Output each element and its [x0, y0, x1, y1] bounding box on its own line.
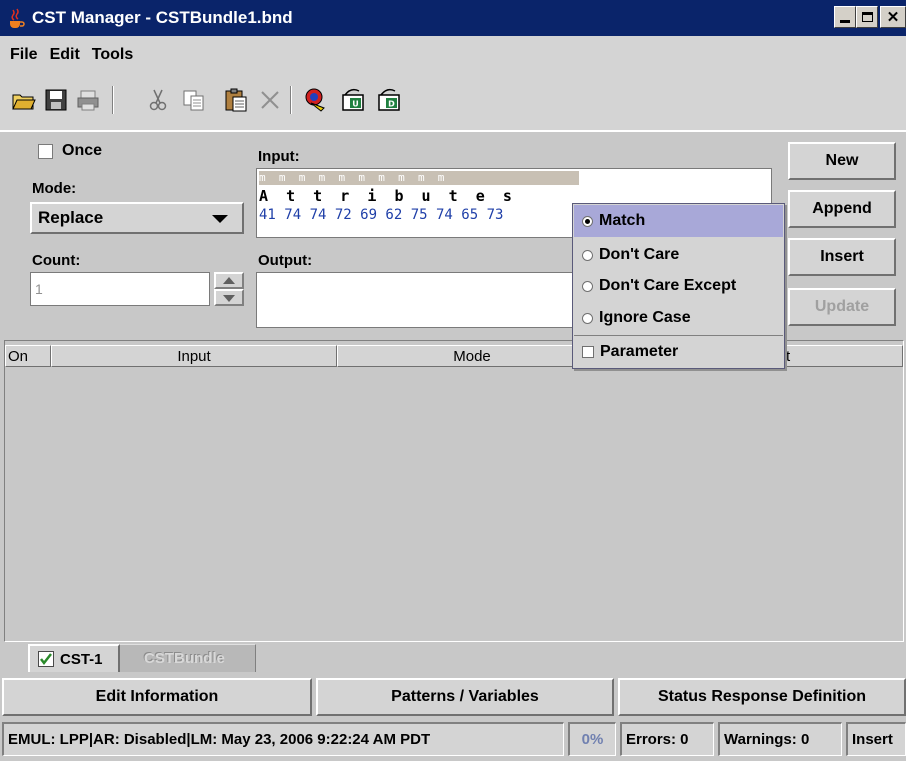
tab-cst-1[interactable]: CST-1 — [28, 644, 120, 672]
status-info: EMUL: LPP|AR: Disabled|LM: May 23, 2006 … — [2, 722, 564, 756]
close-icon: ✕ — [886, 9, 900, 26]
tab-cstbundle-label: CSTBundle — [144, 650, 225, 667]
status-edit-mode: Insert — [846, 722, 906, 756]
toolbar: U D — [0, 74, 906, 130]
edit-information-button[interactable]: Edit Information — [2, 678, 312, 716]
popup-item-ignore-case[interactable]: Ignore Case — [574, 302, 783, 334]
stepper-up-button[interactable] — [214, 272, 244, 289]
open-button[interactable] — [8, 84, 40, 116]
minimize-button[interactable] — [834, 6, 856, 28]
cut-button[interactable] — [142, 84, 174, 116]
column-header-on[interactable]: On — [5, 345, 51, 367]
tool-a-icon — [305, 88, 325, 112]
menu-file[interactable]: File — [10, 46, 38, 64]
print-button[interactable] — [72, 84, 104, 116]
mode-dropdown[interactable]: Replace — [30, 202, 244, 234]
dropdown-arrow-icon — [212, 215, 228, 223]
copy-button[interactable] — [178, 84, 210, 116]
toolbar-separator — [112, 86, 114, 114]
maximize-icon — [861, 12, 873, 22]
minimize-icon — [840, 19, 850, 23]
radio-selected-icon — [582, 215, 593, 227]
input-marker-row: m m m m m m m m m m — [259, 171, 579, 185]
stepper-up-icon — [223, 277, 235, 284]
popup-item-parameter-label: Parameter — [600, 343, 679, 360]
output-label: Output: — [258, 252, 313, 269]
paste-icon — [225, 88, 247, 112]
tool-c-button[interactable]: D — [374, 84, 406, 116]
menu-bar: File Edit Tools — [0, 36, 906, 74]
radio-icon — [582, 249, 593, 261]
maximize-button[interactable] — [856, 6, 878, 28]
copy-icon — [183, 90, 204, 111]
popup-item-match-label: Match — [599, 212, 646, 229]
update-button[interactable]: Update — [788, 288, 896, 326]
tab-cst-1-label: CST-1 — [60, 650, 103, 668]
checkmark-icon — [38, 651, 54, 667]
stepper-down-button[interactable] — [214, 289, 244, 306]
delete-icon — [261, 91, 279, 109]
radio-icon — [582, 280, 593, 292]
save-button[interactable] — [40, 84, 72, 116]
stepper-down-icon — [223, 295, 235, 302]
input-label: Input: — [258, 148, 300, 165]
popup-item-ignore-case-label: Ignore Case — [599, 309, 691, 326]
tool-a-button[interactable] — [300, 84, 332, 116]
tool-b-button[interactable]: U — [338, 84, 370, 116]
match-mode-popup-menu: Match Don't Care Don't Care Except Ignor… — [572, 203, 785, 369]
input-hex-row: 41 74 74 72 69 62 75 74 65 73 — [259, 207, 504, 223]
menu-tools[interactable]: Tools — [92, 46, 133, 64]
toolbar-separator — [290, 86, 292, 114]
count-input[interactable]: 1 — [30, 272, 210, 306]
print-icon — [77, 90, 99, 111]
mode-label: Mode: — [32, 180, 77, 197]
delete-button[interactable] — [254, 84, 286, 116]
input-char-row: A t t r i b u t e s — [259, 187, 512, 205]
progress-percent: 0% — [568, 722, 616, 756]
svg-text:U: U — [352, 100, 359, 109]
close-button[interactable]: ✕ — [880, 6, 906, 28]
paste-button[interactable] — [220, 84, 252, 116]
java-cup-icon — [10, 8, 25, 28]
column-header-input[interactable]: Input — [51, 345, 337, 367]
tool-b-icon: U — [342, 88, 364, 111]
radio-icon — [582, 312, 593, 324]
popup-item-dont-care-except[interactable]: Don't Care Except — [574, 270, 783, 302]
tab-cstbundle[interactable]: CSTBundle — [120, 644, 256, 672]
popup-item-dont-care-label: Don't Care — [599, 246, 680, 263]
window-title: CST Manager - CSTBundle1.bnd — [32, 8, 293, 27]
tool-c-icon: D — [378, 88, 400, 111]
once-checkbox[interactable] — [38, 144, 53, 159]
count-stepper[interactable] — [214, 272, 244, 306]
svg-text:D: D — [388, 100, 395, 109]
append-button[interactable]: Append — [788, 190, 896, 228]
once-label: Once — [62, 142, 103, 159]
menu-edit[interactable]: Edit — [50, 46, 80, 64]
popup-item-parameter[interactable]: Parameter — [574, 336, 783, 368]
status-response-definition-button[interactable]: Status Response Definition — [618, 678, 906, 716]
checkbox-icon — [582, 346, 594, 358]
status-warnings: Warnings: 0 — [718, 722, 842, 756]
patterns-variables-button[interactable]: Patterns / Variables — [316, 678, 614, 716]
popup-item-dont-care-except-label: Don't Care Except — [599, 277, 737, 294]
save-icon — [45, 89, 67, 111]
mode-value: Replace — [38, 208, 104, 227]
insert-button[interactable]: Insert — [788, 238, 896, 276]
new-button[interactable]: New — [788, 142, 896, 180]
popup-item-dont-care[interactable]: Don't Care — [574, 239, 783, 271]
open-folder-icon — [12, 94, 36, 110]
count-label: Count: — [32, 252, 81, 269]
title-bar[interactable]: CST Manager - CSTBundle1.bnd ✕ — [0, 0, 906, 36]
column-header-mode[interactable]: Mode — [337, 345, 607, 367]
cut-icon — [149, 89, 167, 111]
popup-item-match[interactable]: Match — [574, 205, 783, 237]
status-errors: Errors: 0 — [620, 722, 714, 756]
cst-table[interactable]: On Input Mode t — [4, 340, 904, 642]
